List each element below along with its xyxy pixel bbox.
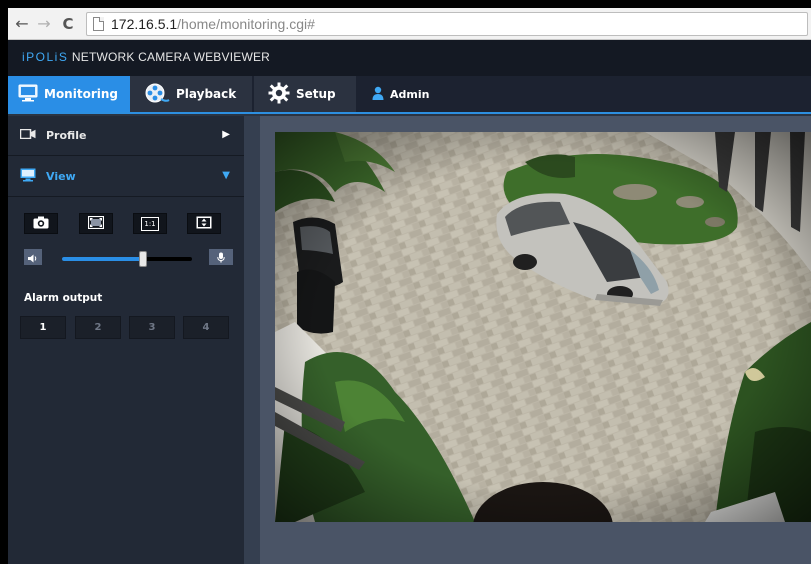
film-reel-icon [144,82,170,107]
back-arrow-icon[interactable]: ← [12,14,32,34]
app-title: iPOLiS NETWORK CAMERA WEBVIEWER [22,50,270,64]
live-camera-feed[interactable] [275,132,811,522]
original-size-button[interactable]: 1:1 [133,213,167,234]
url-path: /home/monitoring.cgi# [177,16,315,32]
chevron-down-icon: ▼ [222,170,230,181]
alarm-output-button[interactable]: 2 [75,316,121,339]
main-tabs: Monitoring Playback Setup Admin [8,76,811,114]
sidebar-item-profile[interactable]: Profile ▶ [8,116,244,156]
fit-screen-button[interactable] [79,213,113,234]
volume-slider-handle[interactable] [139,251,147,267]
camera-icon [33,214,49,233]
address-bar[interactable]: 172.16.5.1/home/monitoring.cgi# [86,12,808,36]
url-host: 172.16.5.1 [111,16,178,32]
reload-icon[interactable]: C [58,14,78,34]
app-header: iPOLiS NETWORK CAMERA WEBVIEWER [8,40,811,76]
speaker-icon [28,248,38,267]
sidebar-item-view[interactable]: View ▼ [8,157,244,197]
user-icon [372,86,384,103]
camera-image [275,132,811,522]
volume-slider[interactable] [62,251,192,267]
snapshot-button[interactable] [24,213,58,234]
monitor-icon [20,168,36,185]
tab-playback-label: Playback [176,87,237,101]
video-viewport [260,116,811,564]
alarm-output-label: Alarm output [24,292,103,304]
volume-level [62,257,143,261]
browser-toolbar: ← → C 172.16.5.1/home/monitoring.cgi# [8,8,811,40]
tab-setup-label: Setup [296,87,336,101]
sidebar-item-label: View [46,170,76,183]
page-icon [93,17,104,31]
forward-arrow-icon[interactable]: → [34,14,54,34]
tab-setup[interactable]: Setup [254,76,356,112]
brand-logo-text: iPOLiS [22,50,69,64]
url-text[interactable]: 172.16.5.1/home/monitoring.cgi# [111,16,315,32]
sidebar-item-label: Profile [46,129,87,142]
chevron-right-icon: ▶ [222,129,230,140]
tab-playback[interactable]: Playback [130,76,252,112]
fullscreen-icon [196,214,212,233]
alarm-output-button[interactable]: 4 [183,316,229,339]
gear-icon [268,82,290,107]
fit-screen-icon [87,214,105,233]
alarm-output-button[interactable]: 3 [129,316,175,339]
sidebar: Profile ▶ View ▼ 1:1 Alarm output 1 2 3 … [8,116,244,564]
brand-subtitle: NETWORK CAMERA WEBVIEWER [68,50,271,64]
monitor-icon [18,84,38,105]
admin-menu[interactable]: Admin [368,76,458,112]
fullscreen-button[interactable] [187,213,221,234]
browser-window: ← → C 172.16.5.1/home/monitoring.cgi# iP… [8,8,811,564]
speaker-button[interactable] [24,249,42,265]
alarm-output-button[interactable]: 1 [20,316,66,339]
camera-icon [19,128,36,142]
admin-label: Admin [390,87,430,101]
tab-monitoring-label: Monitoring [44,87,118,101]
original-size-icon: 1:1 [141,216,159,231]
microphone-button[interactable] [209,249,233,265]
panel-divider[interactable] [244,116,260,564]
tab-monitoring[interactable]: Monitoring [8,76,130,112]
microphone-icon [217,248,225,267]
